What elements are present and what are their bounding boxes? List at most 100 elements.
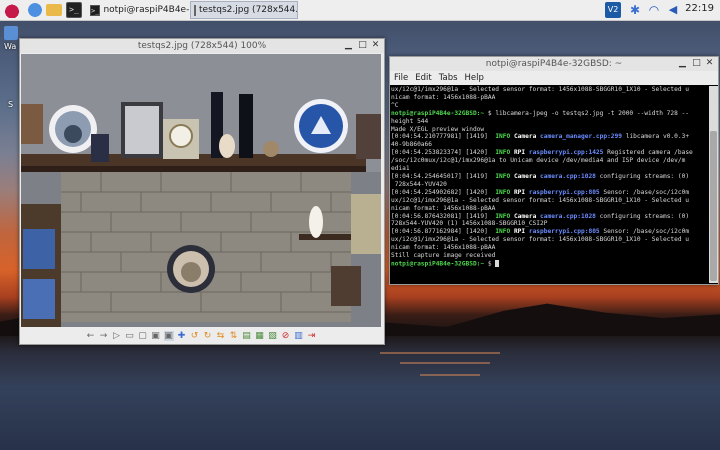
terminal-line: 40-9b860a66 [391,141,432,149]
fullscreen-icon[interactable]: ✚ [177,331,187,341]
browser-globe-icon[interactable] [27,2,43,18]
viewer-title: testqs2.jpg (728x544) 100% [137,41,267,51]
shell-prompt: notpi@raspiP4B4e-32GBSD:~ [391,109,485,117]
terminal-launcher-icon[interactable]: >_ [66,2,82,18]
file-manager-folder-icon[interactable] [46,4,62,16]
log-level: INFO [495,172,511,180]
terminal-titlebar[interactable]: notpi@raspiP4B4e-32GBSD: ~ ▁ □ ✕ [390,57,718,71]
terminal-line: Made X/EGL preview window [391,125,485,133]
photo-canvas[interactable] [21,54,381,327]
log-category: Camera [510,212,541,220]
taskbar: >_ >_ notpi@raspiP4B4e-3... testqs2.jpg … [0,0,720,21]
preferences-icon[interactable]: ▥ [294,331,304,341]
log-level: INFO [495,149,511,157]
zoom-out-icon[interactable]: ▭ [125,331,135,341]
wifi-icon[interactable]: ◠ [646,2,662,18]
previous-icon[interactable]: ← [86,331,96,341]
terminal-line: 728x544-YUV420 [391,180,447,188]
zoom-in-icon[interactable]: ▢ [138,331,148,341]
terminal-line: [0:04:56.876432081] [1419] INFO Camera c… [391,213,709,221]
terminal-line: ^C [391,101,399,109]
log-level: INFO [495,133,511,141]
terminal-window: notpi@raspiP4B4e-32GBSD: ~ ▁ □ ✕ File Ed… [389,56,719,285]
image-viewer-window: testqs2.jpg (728x544) 100% ▁ □ ✕ ← → ▷ ▭… [19,38,385,345]
desktop-icon-label: S [8,100,14,109]
terminal-scrollbar[interactable] [709,86,718,283]
play-slideshow-icon[interactable]: ▷ [112,331,122,341]
terminal-line: notpi@raspiP4B4e-32GBSD:~ $ libcamera-jp… [391,110,709,118]
maximize-button[interactable]: □ [691,58,702,69]
terminal-line: [0:04:54.210777981] [1419] INFO Camera c… [391,133,709,141]
viewer-titlebar[interactable]: testqs2.jpg (728x544) 100% ▁ □ ✕ [20,39,384,53]
next-icon[interactable]: → [99,331,109,341]
terminal-line: [0:04:56.877162984] [1420] INFO RPI rasp… [391,228,709,236]
save-file-icon[interactable]: ▦ [255,331,265,341]
delete-icon[interactable]: ⊘ [281,331,291,341]
terminal-line: nicam format: 1456x1088-pBAA [391,93,496,101]
menu-help[interactable]: Help [465,73,484,83]
flip-vertical-icon[interactable]: ⇅ [229,331,239,341]
log-timestamp: [0:04:56.876432081] [1419] [391,212,496,220]
desktop-icon-wastebasket[interactable]: Wa [4,26,18,51]
log-timestamp: [0:04:54.210777981] [1419] [391,133,496,141]
volume-icon[interactable]: ◀ [665,2,681,18]
shell-command: $ [484,260,496,268]
taskbar-task-image-viewer[interactable]: testqs2.jpg (728x544... [190,1,298,19]
log-message: Sensor: /base/soc/i2c0m [599,188,690,196]
terminal-line: ux/i2c@1/imx296@1a - Selected sensor for… [391,236,690,244]
bluetooth-icon[interactable]: ✱ [627,2,643,18]
vnc-icon[interactable]: V2 [605,2,621,18]
open-file-icon[interactable]: ▤ [242,331,252,341]
terminal-line: Still capture image received [391,252,496,260]
menu-edit[interactable]: Edit [415,73,431,83]
fit-window-icon[interactable]: ▣ [151,331,161,341]
log-category: RPI [510,188,529,196]
log-level: INFO [495,212,511,220]
terminal-line: [0:04:54.254902682] [1420] INFO RPI rasp… [391,189,709,197]
water-reflection [400,362,490,364]
desktop-icon-second[interactable]: S [8,100,13,109]
close-button[interactable]: ✕ [370,40,381,51]
log-level: INFO [495,228,511,236]
clock: 22:19 [685,3,714,14]
log-timestamp: [0:04:56.877162984] [1420] [391,228,496,236]
log-timestamp: [0:04:54.254645017] [1419] [391,172,496,180]
maximize-button[interactable]: □ [357,40,368,51]
close-button[interactable]: ✕ [704,58,715,69]
rotate-right-icon[interactable]: ↻ [203,331,213,341]
log-message: configuring streams: (0) [595,172,690,180]
log-source: camera.cpp:1028 [540,172,596,180]
taskbar-task-label: testqs2.jpg (728x544... [199,5,298,15]
menu-file[interactable]: File [394,73,408,83]
log-message: configuring streams: (0) [595,212,690,220]
log-message: Sensor: /base/soc/i2c0m [599,228,690,236]
flip-horizontal-icon[interactable]: ⇆ [216,331,226,341]
viewer-toolbar: ← → ▷ ▭ ▢ ▣ ▣ ✚ ↺ ↻ ⇆ ⇅ ▤ ▦ ▧ ⊘ ▥ ⇥ [21,328,381,343]
taskbar-task-terminal[interactable]: >_ notpi@raspiP4B4e-3... [87,1,190,19]
desktop-icon-label: Wa [4,42,17,51]
terminal-icon: >_ [90,4,101,16]
terminal-line: height 544 [391,117,429,125]
rotate-left-icon[interactable]: ↺ [190,331,200,341]
log-source: camera_manager.cpp:299 [540,133,622,141]
water-reflection [380,352,500,354]
scrollbar-thumb[interactable] [710,131,717,281]
terminal-line: nicam format: 1456x1088-pBAA [391,244,496,252]
shell-prompt: notpi@raspiP4B4e-32GBSD:~ [391,260,485,268]
log-source: raspberrypi.cpp:805 [528,228,600,236]
terminal-line: ux/i2c@1/imx296@1a - Selected sensor for… [391,196,690,204]
terminal-output[interactable]: ux/i2c@1/imx296@1a - Selected sensor for… [390,86,709,283]
log-message: Registered camera /base [603,149,693,157]
log-timestamp: [0:04:54.254902682] [1420] [391,188,496,196]
terminal-menubar: File Edit Tabs Help [390,71,718,85]
original-size-icon[interactable]: ▣ [163,330,174,341]
minimize-button[interactable]: ▁ [343,40,354,51]
quit-icon[interactable]: ⇥ [307,331,317,341]
log-timestamp: [0:04:54.253823374] [1420] [391,149,496,157]
minimize-button[interactable]: ▁ [677,58,688,69]
text-cursor [495,259,500,267]
raspberry-menu-icon[interactable] [4,2,20,18]
save-as-icon[interactable]: ▧ [268,331,278,341]
log-source: raspberrypi.cpp:805 [528,188,600,196]
menu-tabs[interactable]: Tabs [439,73,458,83]
